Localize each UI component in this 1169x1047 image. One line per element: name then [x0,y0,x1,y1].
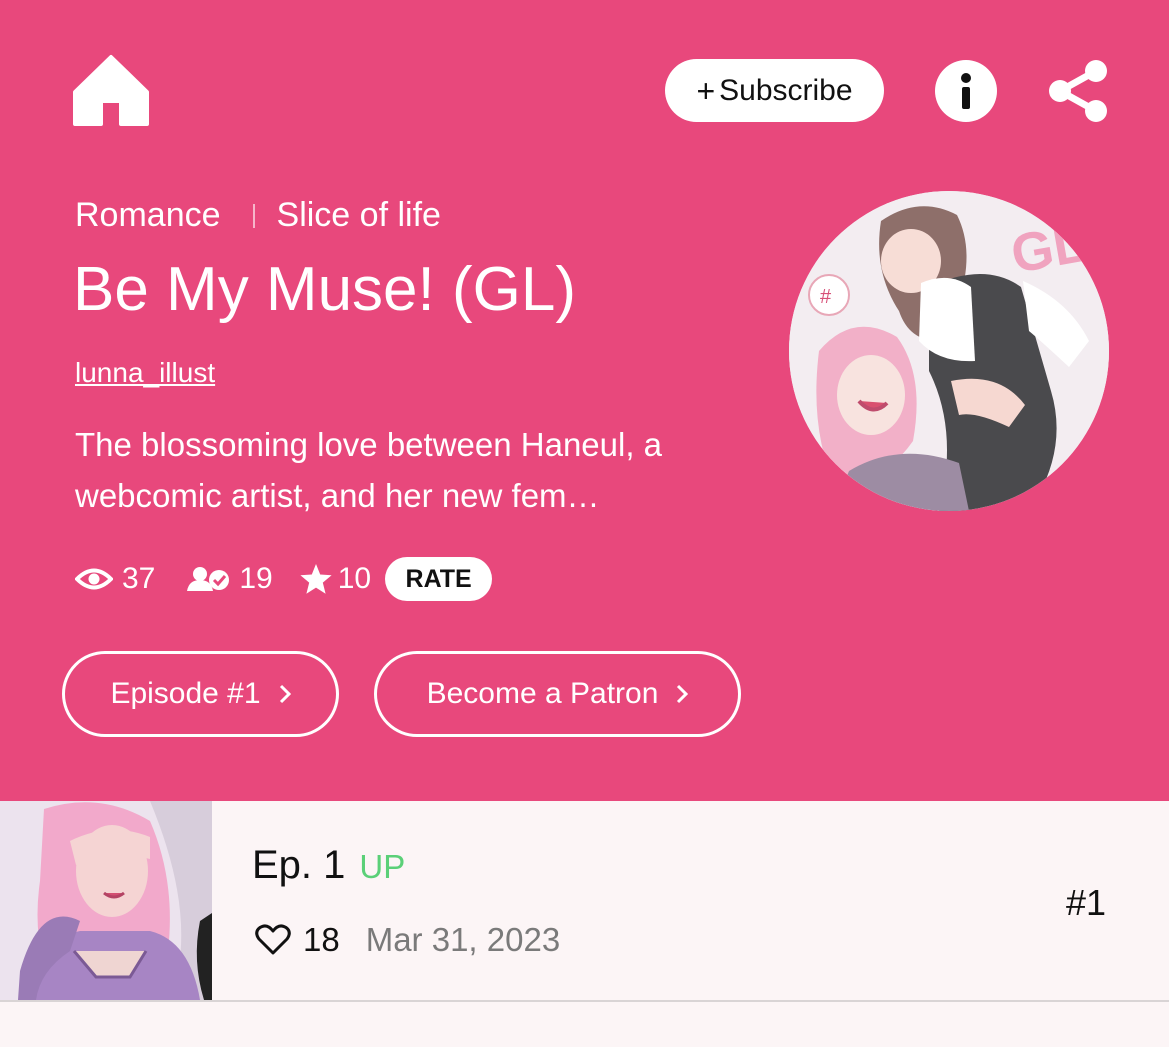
rating-count: 10 [337,562,372,595]
episode-up-badge: UP [359,848,406,885]
chevron-right-icon [677,684,689,704]
episode-meta: 18 Mar 31, 2023 [255,921,560,959]
first-episode-button[interactable]: Episode #1 [62,651,339,737]
svg-text:GL: GL [1007,213,1091,285]
info-button[interactable] [935,60,997,122]
views-stat: 37 [75,562,155,596]
genre-list: Romance Slice of life [75,196,441,235]
series-stats: 37 19 10 RATE [75,557,493,601]
episode-title-text: Ep. 1 [252,843,346,887]
episode-list-item[interactable]: Ep. 1 UP 18 Mar 31, 2023 #1 [0,801,1169,1002]
share-button[interactable] [1046,58,1110,124]
rating-stat: 10 [299,562,371,596]
episode-number: #1 [1065,882,1106,923]
eye-icon [75,568,113,590]
genre-romance[interactable]: Romance [75,196,221,235]
star-icon [300,564,332,594]
series-description[interactable]: The blossoming love between Haneul, a we… [75,419,755,521]
genre-divider [252,203,255,228]
share-icon [1049,60,1107,122]
subscribers-stat: 19 [185,562,273,596]
episode-likes-count: 18 [303,921,340,958]
svg-text:#: # [820,286,832,308]
heart-icon [255,924,291,955]
episode-date: Mar 31, 2023 [365,921,561,958]
become-patron-label: Become a Patron [426,677,659,710]
home-icon [73,55,149,126]
views-count: 37 [122,562,156,595]
chevron-right-icon [279,684,291,704]
series-title: Be My Muse! (GL) [73,255,576,324]
home-button[interactable] [72,54,150,126]
author-link[interactable]: lunna_illust [75,357,215,389]
subscribe-label: Subscribe [719,73,853,107]
subscribe-button[interactable]: + Subscribe [665,59,884,122]
series-cover-image: GL # [789,191,1109,511]
series-header: + Subscribe Romance Slice of life Be My … [0,0,1169,801]
first-episode-label: Episode #1 [110,677,261,710]
plus-icon: + [696,72,716,109]
rate-button[interactable]: RATE [385,557,493,601]
info-icon [961,73,971,109]
subscribers-count: 19 [239,562,273,595]
episode-thumbnail [0,801,212,1000]
episode-title: Ep. 1 UP [252,843,405,888]
subscribers-icon [187,567,230,591]
genre-slice-of-life[interactable]: Slice of life [277,196,441,235]
become-patron-button[interactable]: Become a Patron [374,651,741,737]
